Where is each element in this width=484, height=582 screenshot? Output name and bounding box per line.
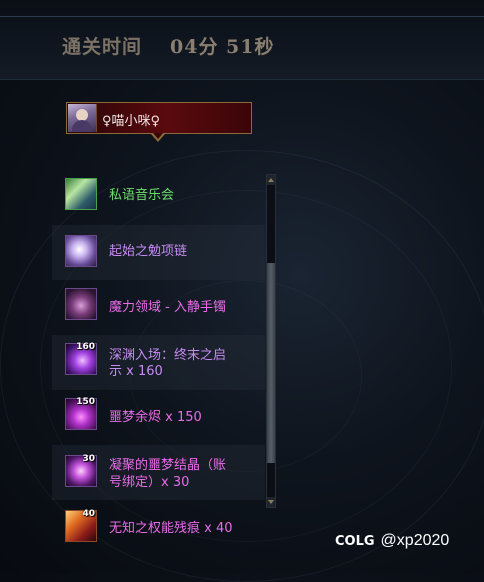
item-quantity: 160 xyxy=(76,342,95,352)
loot-item[interactable]: 魔力领域 - 入静手镯 xyxy=(52,280,265,335)
crystal-icon[interactable]: 30 xyxy=(65,454,97,487)
loot-item[interactable]: 160 深渊入场：终末之启 示 x 160 xyxy=(52,335,265,390)
necklace-icon[interactable] xyxy=(65,235,97,267)
loot-item-name-line2: 示 x 160 xyxy=(109,364,163,379)
item-quantity: 40 xyxy=(82,509,95,519)
loot-item[interactable]: 起始之勉项链 xyxy=(52,225,265,280)
watermark-logo: COLG xyxy=(335,533,375,549)
loot-item-name-line2: 号绑定）x 30 xyxy=(109,475,190,490)
player-name-tag[interactable]: ♀喵小咪♀ xyxy=(66,102,252,134)
loot-item[interactable]: 30 凝聚的噩梦结晶（账 号绑定）x 30 xyxy=(52,445,265,500)
loot-item-name: 凝聚的噩梦结晶（账 xyxy=(109,458,227,473)
clear-time-banner: 通关时间 04分 51秒 xyxy=(0,0,484,80)
banner-divider-top xyxy=(0,16,484,17)
item-quantity: 150 xyxy=(76,397,95,407)
loot-item[interactable]: 私语音乐会 xyxy=(52,170,265,225)
loot-item-name: 私语音乐会 xyxy=(109,188,175,203)
loot-item-name: 魔力领域 - 入静手镯 xyxy=(109,300,226,315)
item-quantity: 30 xyxy=(82,454,95,464)
loot-item-name: 无知之权能残痕 x 40 xyxy=(109,521,233,536)
banner-divider-bottom xyxy=(0,79,484,80)
bracelet-icon[interactable] xyxy=(65,288,97,320)
watermark: COLG @xp2020 xyxy=(335,532,449,550)
loot-list[interactable]: 私语音乐会 起始之勉项链 魔力领域 - 入静手镯 160 深渊入场：终末之启 示… xyxy=(52,170,265,555)
player-tag-pointer-icon xyxy=(151,133,165,142)
loot-item[interactable]: 150 噩梦余烬 x 150 xyxy=(52,390,265,445)
scroll-down-icon[interactable] xyxy=(267,497,275,507)
loot-item-name: 噩梦余烬 x 150 xyxy=(109,410,202,425)
scroll-thumb[interactable] xyxy=(267,263,275,463)
clear-time-label: 通关时间 xyxy=(62,36,143,58)
scroll-up-icon[interactable] xyxy=(267,175,275,185)
watermark-handle: @xp2020 xyxy=(380,532,450,549)
abyss-orb-icon[interactable]: 160 xyxy=(65,342,97,375)
loot-item[interactable]: 40 无知之权能残痕 x 40 xyxy=(52,500,265,555)
trace-icon[interactable]: 40 xyxy=(65,509,97,542)
player-avatar xyxy=(68,104,97,132)
ember-icon[interactable]: 150 xyxy=(65,397,97,430)
loot-item-name: 起始之勉项链 xyxy=(109,244,188,259)
clear-time-value: 04分 51秒 xyxy=(170,36,275,58)
music-box-icon[interactable] xyxy=(65,178,97,210)
loot-scrollbar[interactable] xyxy=(266,174,276,508)
player-name: ♀喵小咪♀ xyxy=(102,114,161,129)
